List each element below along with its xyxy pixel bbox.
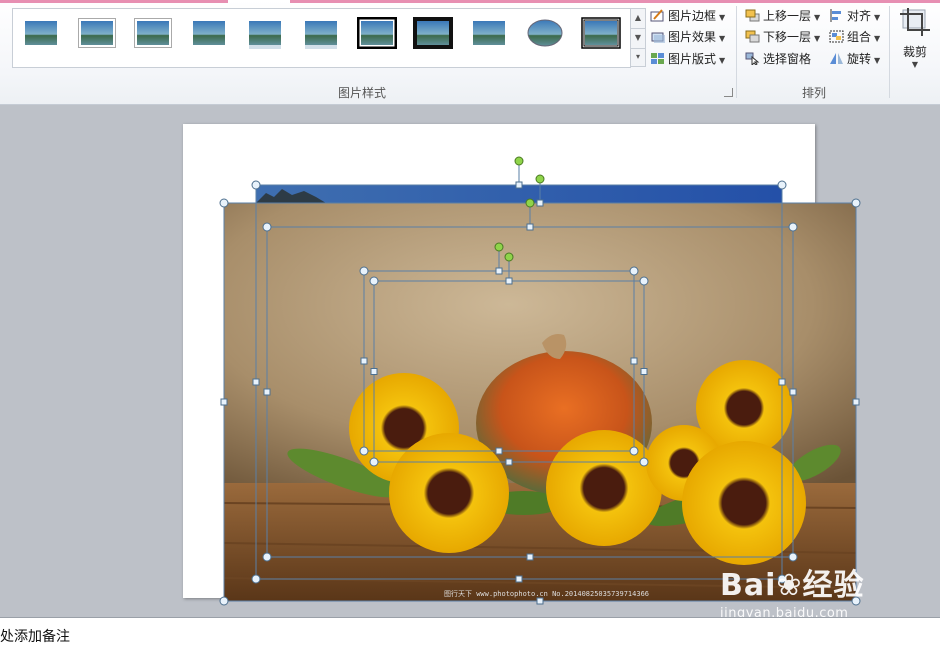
chevron-down-icon: ▼ [874, 13, 881, 22]
picture-style-oval[interactable] [525, 17, 565, 49]
picture-layout-label: 图片版式 [668, 52, 717, 66]
gallery-scroll-down-button[interactable]: ▼ [630, 28, 646, 49]
align-label: 对齐 [847, 9, 872, 23]
send-backward-label: 下移一层 [763, 30, 812, 44]
picture-layout-icon [651, 53, 664, 64]
gallery-scroll-up-button[interactable]: ▲ [630, 8, 646, 29]
watermark-brand: Bai [720, 568, 777, 603]
rotate-button[interactable]: 旋转 ▼ [829, 49, 880, 69]
group-icon [829, 30, 844, 43]
picture-style-gallery[interactable] [12, 8, 631, 68]
baidu-watermark: Bai❀经验 jingyan.baidu.com [720, 560, 865, 621]
bring-forward-button[interactable]: 上移一层 ▼ [745, 6, 820, 26]
crop-icon [900, 8, 930, 36]
chevron-down-icon: ▼ [874, 34, 881, 43]
tab-indicator [0, 0, 228, 3]
group-objects-button[interactable]: 组合 ▼ [829, 27, 880, 47]
group-separator [736, 6, 737, 98]
chevron-down-icon: ▼ [874, 56, 881, 65]
picture-style-thick-black-frame[interactable] [357, 17, 397, 49]
picture-effects-button[interactable]: 图片效果 ▼ [650, 27, 725, 47]
picture-style-reflection[interactable] [245, 17, 285, 49]
rotate-label: 旋转 [847, 52, 872, 66]
crop-label: 裁剪 [902, 45, 927, 59]
selection-pane-label: 选择窗格 [763, 52, 812, 66]
picture-style-soft-reflection[interactable] [301, 17, 341, 49]
picture-styles-group-label: 图片样式 [338, 86, 387, 100]
selection-pane-icon [745, 52, 760, 65]
gallery-more-button[interactable]: ▾ [630, 48, 646, 67]
watermark-brand-suffix: 经验 [802, 568, 865, 603]
picture-effects-label: 图片效果 [668, 30, 717, 44]
picture-style-thin-frame[interactable] [469, 17, 509, 49]
picture-style-white-border[interactable] [77, 17, 117, 49]
picture-style-soft-frame[interactable] [133, 17, 173, 49]
notes-placeholder: 处添加备注 [0, 629, 70, 645]
chevron-down-icon: ▼ [911, 60, 919, 69]
bring-forward-icon [745, 9, 760, 22]
tab-indicator [290, 0, 940, 3]
arrange-group-label: 排列 [802, 86, 827, 100]
ribbon: ▲ ▼ ▾ 图片边框 ▼ 图片效果 ▼ 图片版式 ▼ 图片样式 上移一层 ▼ 下移一层 ▼… [0, 0, 940, 105]
picture-layout-button[interactable]: 图片版式 ▼ [650, 49, 725, 69]
chevron-down-icon: ▼ [814, 13, 821, 22]
sunflower-pumpkin-image [224, 203, 856, 601]
sky-image [256, 185, 782, 203]
chevron-down-icon: ▼ [719, 56, 726, 65]
send-backward-button[interactable]: 下移一层 ▼ [745, 27, 820, 47]
picture-style-black-frame[interactable] [413, 17, 453, 49]
picture-border-icon [650, 9, 664, 22]
selected-picture[interactable] [224, 203, 856, 601]
group-label: 组合 [847, 30, 872, 44]
paw-icon: ❀ [776, 568, 803, 603]
chevron-down-icon: ▼ [814, 34, 821, 43]
notes-pane[interactable] [0, 617, 940, 649]
group-separator [889, 6, 890, 98]
picture-style-soft-edge[interactable] [189, 17, 229, 49]
picture-effects-icon [651, 32, 665, 43]
bring-forward-label: 上移一层 [763, 9, 812, 23]
align-button[interactable]: 对齐 ▼ [829, 6, 880, 26]
picture-style-double-frame[interactable] [581, 17, 621, 49]
picture-border-button[interactable]: 图片边框 ▼ [650, 6, 725, 26]
chevron-down-icon: ▼ [719, 13, 726, 22]
align-icon [830, 9, 841, 22]
picture-style-plain[interactable] [21, 17, 61, 49]
image-credit-text: 图行天下 www.photophoto.cn No.20140825035739… [444, 590, 650, 598]
crop-button[interactable]: 裁剪 ▼ [898, 8, 932, 78]
selection-pane-button[interactable]: 选择窗格 [745, 49, 811, 69]
chevron-down-icon: ▼ [719, 34, 726, 43]
dialog-launcher-icon[interactable] [724, 88, 733, 97]
picture-border-label: 图片边框 [668, 9, 717, 23]
send-backward-icon [745, 30, 760, 43]
rotate-icon [830, 53, 843, 64]
background-picture[interactable] [256, 185, 782, 203]
